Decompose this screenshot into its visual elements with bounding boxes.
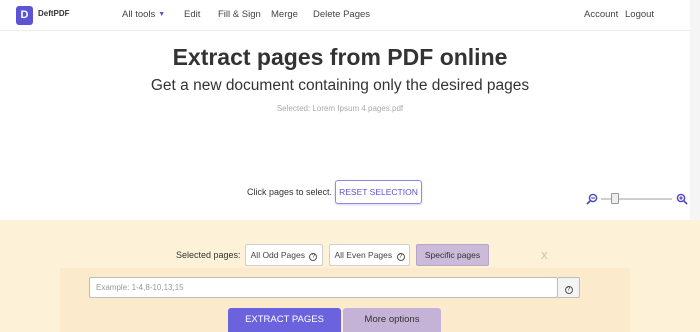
all-odd-pages-label: All Odd Pages xyxy=(250,250,305,260)
scrollbar[interactable] xyxy=(690,0,700,220)
selected-pages-label: Selected pages: xyxy=(176,250,241,260)
all-odd-pages-button[interactable]: All Odd Pages ? xyxy=(245,244,323,266)
nav-delete-pages[interactable]: Delete Pages xyxy=(313,9,370,20)
zoom-slider-thumb[interactable] xyxy=(611,193,620,204)
specific-pages-button[interactable]: Specific pages xyxy=(416,244,489,266)
top-navbar: D DeftPDF All tools ▼ Edit Fill & Sign Me… xyxy=(0,0,700,31)
reset-selection-button[interactable]: RESET SELECTION xyxy=(335,180,422,204)
logo-icon[interactable]: D xyxy=(16,6,33,25)
nav-merge[interactable]: Merge xyxy=(271,9,298,20)
nav-fill-sign[interactable]: Fill & Sign xyxy=(218,9,261,20)
chevron-down-icon: ▼ xyxy=(158,11,166,18)
selected-file-name: Selected: Lorem Ipsum 4 pages.pdf xyxy=(276,104,404,113)
page-range-input[interactable] xyxy=(89,277,558,298)
select-instruction: Click pages to select. xyxy=(247,187,333,197)
page-title: Extract pages from PDF online xyxy=(172,44,508,70)
page-subtitle: Get a new document containing only the d… xyxy=(150,77,530,94)
nav-edit[interactable]: Edit xyxy=(184,9,200,20)
nav-all-tools[interactable]: All tools ▼ xyxy=(122,9,165,20)
zoom-out-icon[interactable] xyxy=(586,193,598,205)
close-icon: X xyxy=(541,251,548,262)
nav-account[interactable]: Account xyxy=(584,9,618,20)
all-even-pages-button[interactable]: All Even Pages ? xyxy=(329,244,410,266)
help-icon[interactable]: ? xyxy=(309,253,318,261)
more-options-button[interactable]: More options xyxy=(343,308,441,332)
extract-pages-button[interactable]: EXTRACT PAGES xyxy=(228,308,341,332)
nav-logout[interactable]: Logout xyxy=(625,9,654,20)
nav-all-tools-label: All tools xyxy=(122,9,156,20)
all-even-pages-label: All Even Pages xyxy=(334,250,393,260)
brand-name[interactable]: DeftPDF xyxy=(38,9,70,18)
range-help-button[interactable]: ? xyxy=(558,277,580,298)
zoom-in-icon[interactable] xyxy=(676,193,688,205)
help-icon: ? xyxy=(564,286,573,294)
help-icon[interactable]: ? xyxy=(396,253,405,261)
